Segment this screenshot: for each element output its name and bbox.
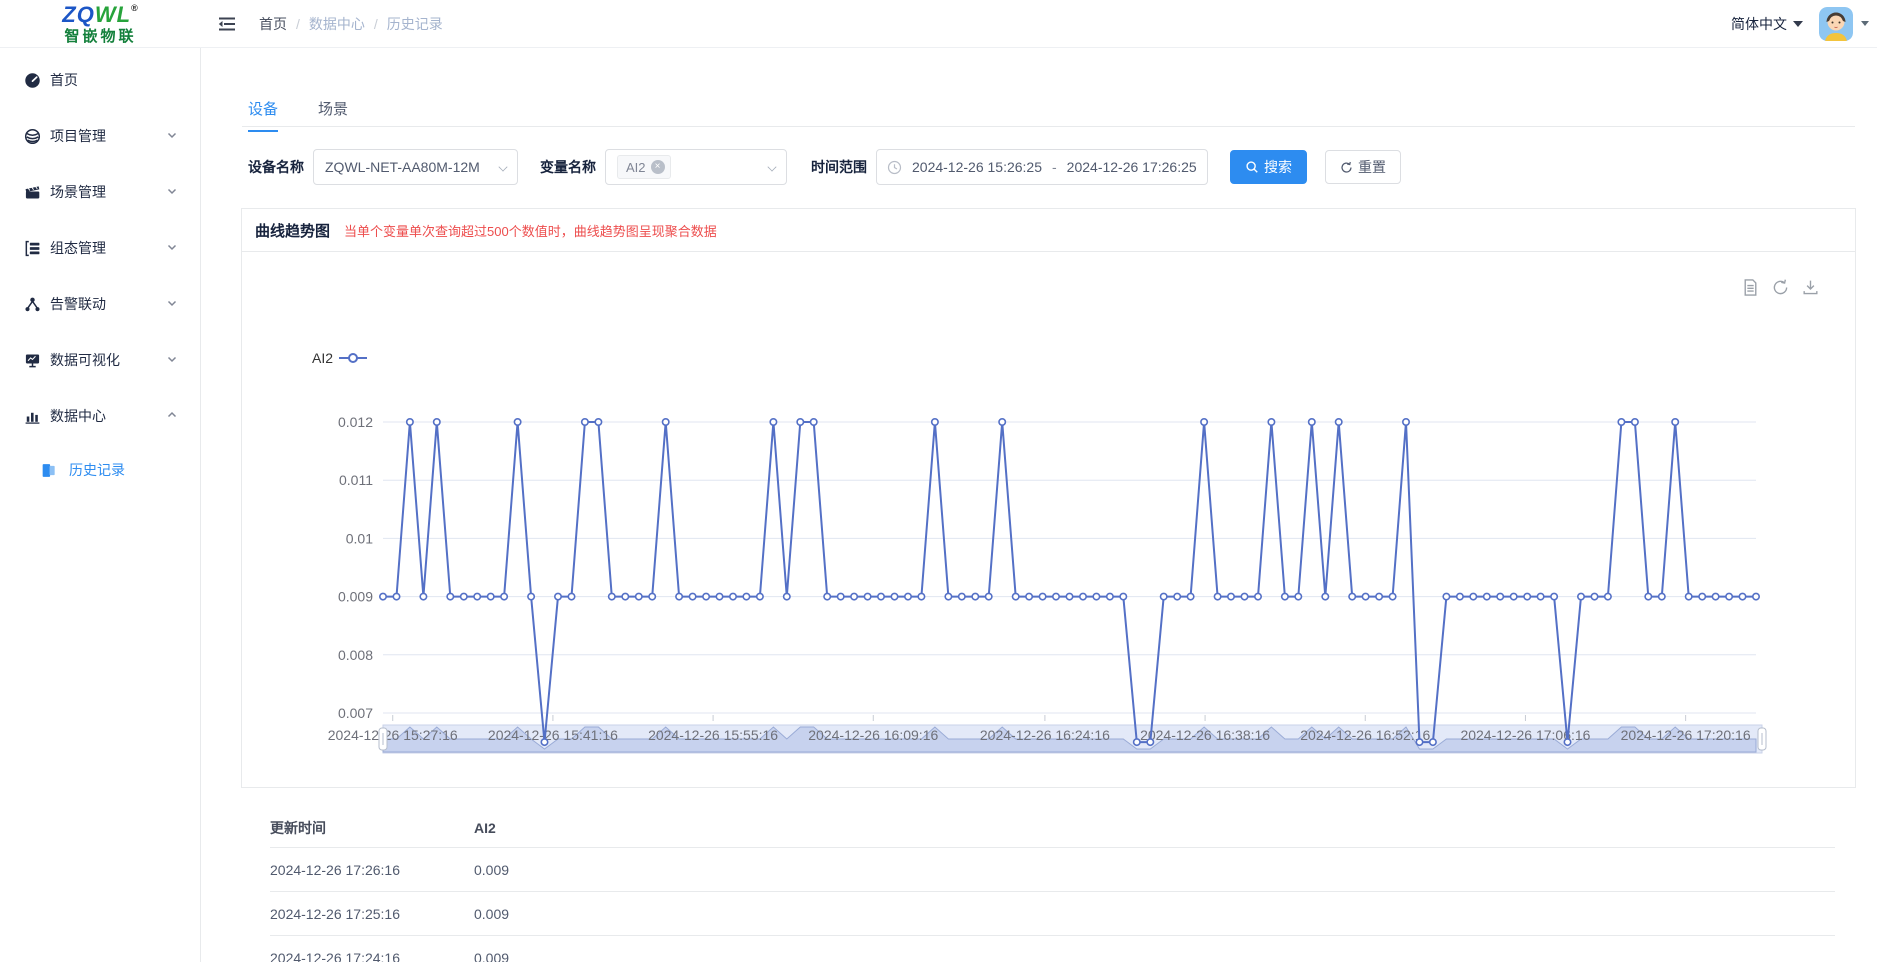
header-right: 简体中文 [1731,7,1869,41]
svg-text:0.009: 0.009 [338,589,373,605]
breadcrumb-current: 历史记录 [387,14,443,34]
top-header: ZQWL® 智嵌物联 首页 / 数据中心 / 历史记录 简体中文 [0,0,1877,48]
variable-select[interactable]: AI2 × [605,149,787,185]
breadcrumb: 首页 / 数据中心 / 历史记录 [259,14,443,34]
variable-name-label: 变量名称 [540,157,596,177]
avatar-image [1819,7,1853,41]
svg-text:2024-12-26 16:24:16: 2024-12-26 16:24:16 [980,727,1110,743]
history-table: 更新时间 AI2 2024-12-26 17:26:16 0.009 2024-… [270,808,1835,962]
chevron-down-icon [166,184,178,200]
alarm-linkage-icon [24,296,41,313]
chevron-down-icon [498,162,507,171]
time-range-label: 时间范围 [811,157,867,177]
tab-divider [242,126,1855,127]
menu-fold-icon[interactable] [213,10,241,38]
scene-icon [24,184,41,201]
sidebar-item-alarm[interactable]: 告警联动 [0,276,200,332]
sidebar-subitem-history[interactable]: 历史记录 [0,444,200,496]
dashboard-icon [24,72,41,89]
search-icon [1245,160,1259,174]
search-button[interactable]: 搜索 [1230,150,1307,184]
sidebar-item-projects[interactable]: 项目管理 [0,108,200,164]
device-select-value: ZQWL-NET-AA80M-12M [325,159,480,175]
time-start-value: 2024-12-26 15:26:25 [912,159,1042,175]
svg-text:2024-12-26 16:09:16: 2024-12-26 16:09:16 [808,727,938,743]
sidebar-item-datacenter[interactable]: 数据中心 [0,388,200,444]
chevron-up-icon [166,408,178,424]
column-header-time: 更新时间 [270,818,474,838]
clock-icon [887,160,902,175]
table-header-row: 更新时间 AI2 [270,808,1835,848]
breadcrumb-separator: / [296,16,300,32]
chart-warning-note: 当单个变量单次查询超过500个数值时，曲线趋势图呈现聚合数据 [344,221,717,240]
svg-text:2024-12-26 17:20:16: 2024-12-26 17:20:16 [1621,727,1751,743]
svg-text:0.01: 0.01 [346,530,373,546]
reset-button[interactable]: 重置 [1325,150,1401,184]
card-header: 曲线趋势图 当单个变量单次查询超过500个数值时，曲线趋势图呈现聚合数据 [242,209,1855,252]
tag-remove-icon[interactable]: × [651,160,665,174]
svg-text:2024-12-26 16:38:16: 2024-12-26 16:38:16 [1140,727,1270,743]
svg-text:0.007: 0.007 [338,705,373,721]
sidebar-item-scenes[interactable]: 场景管理 [0,164,200,220]
sidebar: 首页 项目管理 场景管理 组态管理 [0,48,201,962]
avatar[interactable] [1819,7,1853,41]
sidebar-item-visualization[interactable]: 数据可视化 [0,332,200,388]
svg-text:0.011: 0.011 [339,472,373,488]
svg-text:2024-12-26 16:52:16: 2024-12-26 16:52:16 [1300,727,1430,743]
svg-text:2024-12-26 15:41:16: 2024-12-26 15:41:16 [488,727,618,743]
logo-name: 智嵌物联 [64,29,136,44]
svg-text:2024-12-26 15:27:16: 2024-12-26 15:27:16 [328,727,458,743]
chart-area: AI2 0.0070.0080.0090.010.0110.0122024-12… [242,252,1855,788]
language-selector[interactable]: 简体中文 [1731,14,1803,34]
table-row: 2024-12-26 17:26:16 0.009 [270,848,1835,892]
time-end-value: 2024-12-26 17:26:25 [1067,159,1197,175]
trend-chart-card: 曲线趋势图 当单个变量单次查询超过500个数值时，曲线趋势图呈现聚合数据 [241,208,1856,788]
brand-logo: ZQWL® 智嵌物联 [0,0,201,48]
language-label: 简体中文 [1731,14,1787,34]
chevron-down-icon [767,162,776,171]
project-icon [24,128,41,145]
table-row: 2024-12-26 17:25:16 0.009 [270,892,1835,936]
history-record-icon [40,462,57,479]
breadcrumb-datacenter[interactable]: 数据中心 [309,14,365,34]
svg-text:2024-12-26 15:55:16: 2024-12-26 15:55:16 [648,727,778,743]
breadcrumb-separator: / [374,16,378,32]
chevron-down-icon [166,296,178,312]
svg-text:0.012: 0.012 [338,414,373,430]
time-separator: - [1052,159,1057,175]
data-center-icon [24,408,41,425]
chevron-down-icon [166,128,178,144]
sidebar-item-home[interactable]: 首页 [0,52,200,108]
main-content: 设备 场景 设备名称 ZQWL-NET-AA80M-12M 变量名称 AI2 ×… [202,48,1877,962]
app-root: ZQWL® 智嵌物联 首页 / 数据中心 / 历史记录 简体中文 [0,0,1877,962]
device-select[interactable]: ZQWL-NET-AA80M-12M [313,149,518,185]
filter-bar: 设备名称 ZQWL-NET-AA80M-12M 变量名称 AI2 × 时间范围 … [248,149,1401,185]
time-range-picker[interactable]: 2024-12-26 15:26:25 - 2024-12-26 17:26:2… [876,149,1208,185]
sidebar-item-hmi[interactable]: 组态管理 [0,220,200,276]
breadcrumb-home[interactable]: 首页 [259,14,287,34]
variable-tag: AI2 × [617,155,671,179]
chevron-down-icon [1793,21,1803,27]
chevron-down-icon [166,240,178,256]
hmi-config-icon [24,240,41,257]
device-name-label: 设备名称 [248,157,304,177]
user-menu-caret-icon[interactable] [1861,21,1869,26]
chevron-down-icon [166,352,178,368]
table-row: 2024-12-26 17:24:16 0.009 [270,936,1835,962]
logo-text: ZQWL® [62,4,138,26]
refresh-icon [1340,161,1353,174]
line-chart[interactable]: 0.007 0.008 0.009 0.01 0.011 0.012 2024-12-26 … [242,252,1856,788]
data-visualization-icon [24,352,41,369]
svg-text:0.008: 0.008 [338,647,373,663]
chart-title: 曲线趋势图 [255,220,330,241]
column-header-ai2: AI2 [474,820,496,836]
